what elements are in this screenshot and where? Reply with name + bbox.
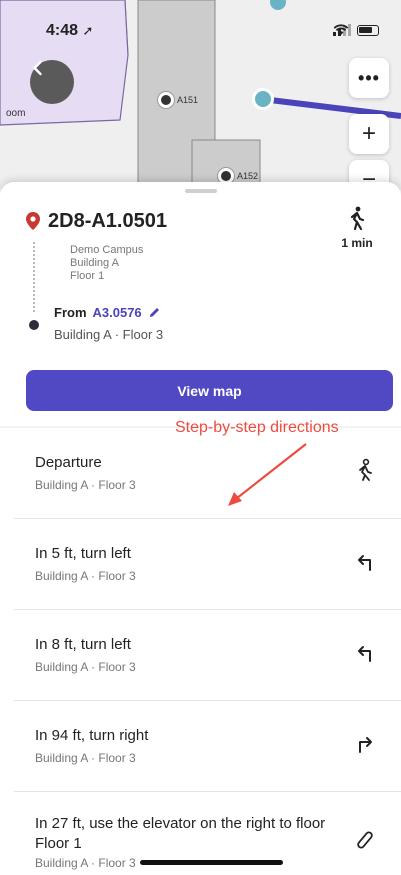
status-icons	[333, 24, 379, 36]
pencil-icon[interactable]	[148, 306, 161, 319]
status-time: 4:48 ➚	[46, 22, 94, 39]
home-indicator[interactable]	[140, 860, 283, 865]
chevron-left-icon	[33, 60, 42, 76]
direction-step[interactable]: In 94 ft, turn right Building A · Floor …	[14, 701, 401, 792]
destination-floor: Floor 1	[70, 270, 105, 282]
step-location: Building A · Floor 3	[35, 856, 136, 870]
view-map-button[interactable]: View map	[26, 370, 393, 411]
directions-sheet: 2D8-A1.0501 1 min Demo Campus Building A…	[0, 182, 401, 875]
destination-building: Building A	[70, 257, 119, 269]
map-room-label: A151	[177, 95, 199, 105]
step-title: Departure	[35, 454, 102, 471]
step-location: Building A · Floor 3	[35, 751, 136, 765]
more-icon: •••	[358, 67, 380, 88]
step-title: In 94 ft, turn right	[35, 727, 149, 744]
status-bar: 4:48 ➚	[0, 0, 401, 56]
directions-list: Departure Building A · Floor 3 In 5 ft, …	[0, 428, 401, 875]
destination-title: 2D8-A1.0501	[48, 209, 167, 232]
elevator-icon	[357, 831, 373, 849]
plus-icon: +	[361, 120, 376, 147]
turn-left-icon	[358, 646, 371, 662]
more-options-button[interactable]: •••	[349, 58, 389, 98]
map-room-label: A152	[237, 171, 259, 181]
origin-location: Building A · Floor 3	[54, 327, 164, 342]
zoom-in-button[interactable]: +	[349, 114, 389, 154]
origin-row[interactable]: From A3.0576	[54, 305, 161, 320]
wifi-icon	[333, 24, 349, 35]
step-location: Building A · Floor 3	[35, 569, 136, 583]
turn-right-icon	[359, 737, 372, 753]
origin-dot-icon	[29, 320, 39, 330]
walking-person-icon	[350, 206, 365, 230]
map-room-marker[interactable]: A151	[158, 92, 198, 108]
destination-details: Demo Campus Building A Floor 1	[70, 244, 143, 283]
route-connector	[33, 242, 35, 312]
walk-duration: 1 min	[331, 206, 383, 250]
annotation-label: Step-by-step directions	[175, 419, 339, 436]
back-button[interactable]	[30, 60, 74, 104]
map-view[interactable]: 4:48 ➚ oom A151 A152 ••• + −	[0, 0, 401, 190]
destination-campus: Demo Campus	[70, 244, 144, 256]
step-title: In 27 ft, use the elevator on the right …	[35, 815, 326, 852]
step-location: Building A · Floor 3	[35, 478, 136, 492]
direction-step[interactable]: In 5 ft, turn left Building A · Floor 3	[14, 519, 401, 610]
location-pin-icon	[26, 212, 40, 230]
step-title: In 5 ft, turn left	[35, 545, 131, 562]
annotation-arrow-icon	[228, 443, 307, 506]
walk-time-label: 1 min	[341, 236, 373, 250]
step-title: In 8 ft, turn left	[35, 636, 131, 653]
battery-icon	[357, 24, 379, 36]
direction-step[interactable]: Departure Building A · Floor 3	[14, 428, 401, 519]
destination-header: 2D8-A1.0501 1 min	[26, 206, 383, 250]
from-label: From	[54, 305, 87, 320]
origin-room-link[interactable]: A3.0576	[93, 305, 142, 320]
departure-walker-icon	[359, 458, 372, 481]
direction-step[interactable]: In 8 ft, turn left Building A · Floor 3	[14, 610, 401, 701]
sheet-drag-handle[interactable]	[185, 189, 217, 193]
step-location: Building A · Floor 3	[35, 660, 136, 674]
map-room-partial-label: oom	[6, 108, 26, 119]
route-start-marker-icon	[252, 88, 274, 110]
turn-left-icon	[358, 555, 371, 571]
room-marker-icon	[158, 92, 174, 108]
